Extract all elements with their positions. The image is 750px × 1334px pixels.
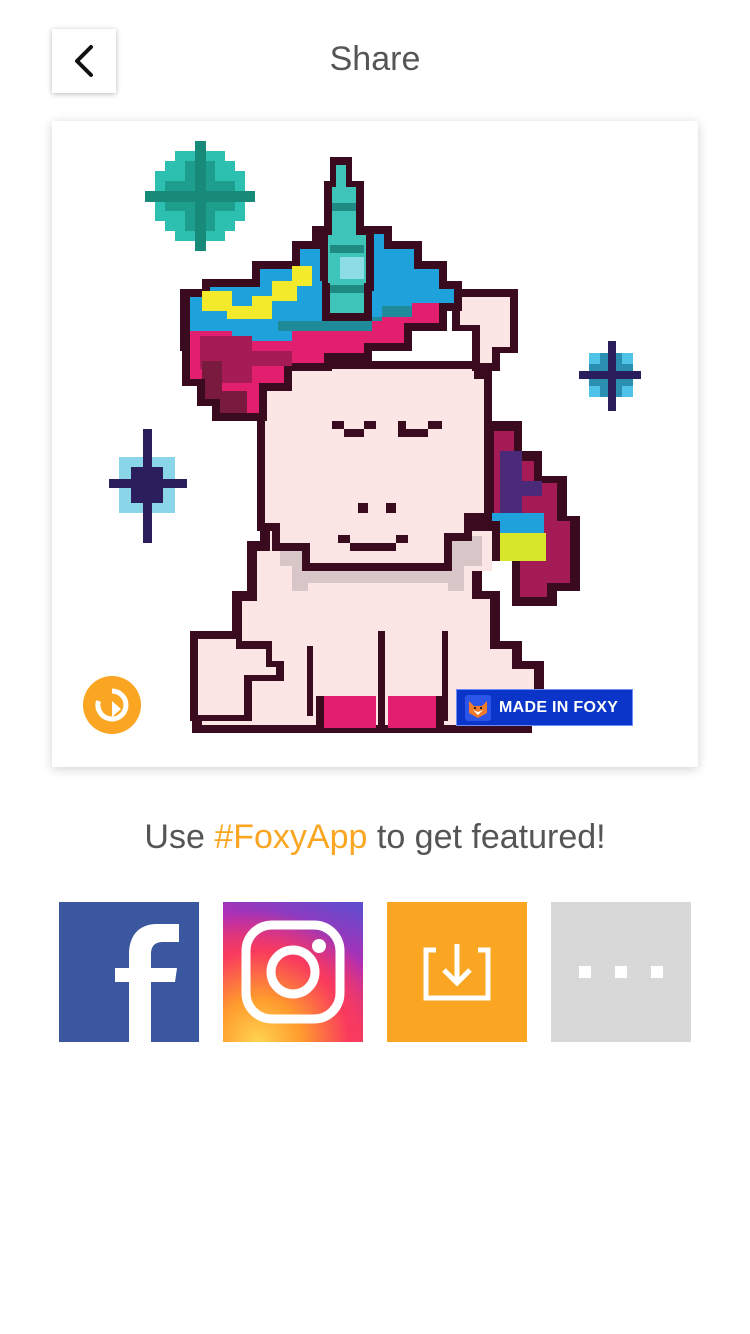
replay-button[interactable]	[83, 676, 141, 734]
instagram-icon	[241, 920, 345, 1024]
watermark-text: MADE IN FOXY	[499, 698, 619, 716]
more-icon	[579, 966, 663, 978]
sparkle-icon	[579, 341, 641, 411]
watermark-badge: MADE IN FOXY	[456, 689, 633, 726]
promo-text: Use #FoxyApp to get featured!	[0, 818, 750, 857]
page-title: Share	[329, 40, 421, 78]
sparkle-icon	[109, 429, 187, 543]
facebook-share-button[interactable]	[59, 902, 199, 1042]
promo-prefix: Use	[144, 818, 215, 856]
promo-suffix: to get featured!	[367, 818, 606, 856]
unicorn-pixel-art	[109, 141, 641, 733]
share-buttons	[59, 902, 691, 1042]
instagram-share-button[interactable]	[223, 902, 363, 1042]
more-share-options-button[interactable]	[551, 902, 691, 1042]
facebook-icon	[115, 924, 179, 1042]
artwork-preview: MADE IN FOXY	[52, 121, 698, 767]
save-image-button[interactable]	[387, 902, 527, 1042]
header: Share	[0, 0, 750, 120]
promo-hashtag[interactable]: #FoxyApp	[214, 818, 367, 856]
sparkle-icon	[145, 141, 255, 251]
download-icon	[423, 944, 491, 1001]
fox-logo-icon	[465, 694, 491, 721]
replay-icon	[95, 688, 129, 722]
